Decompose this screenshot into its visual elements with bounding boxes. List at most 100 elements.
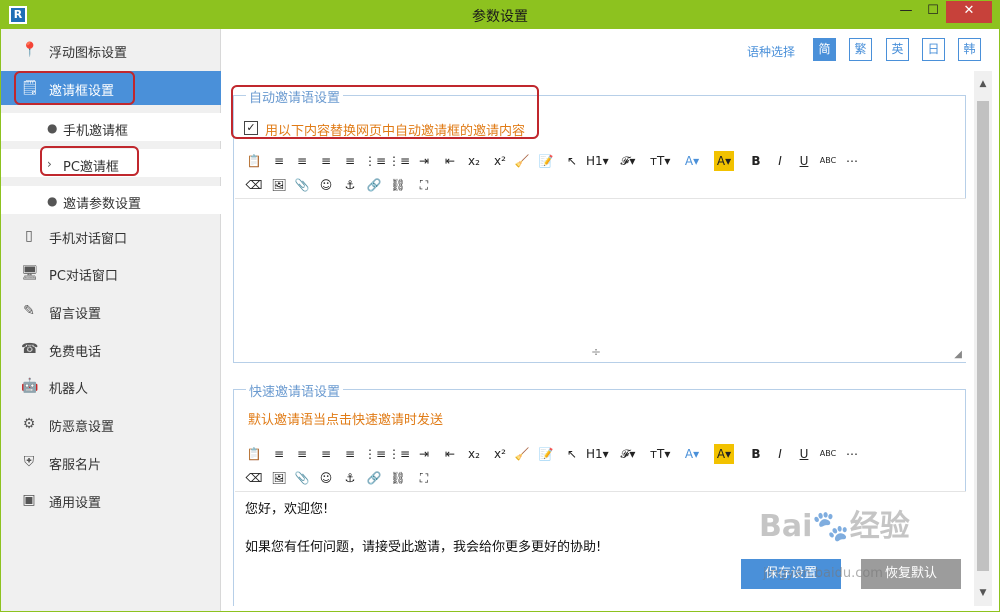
select-icon[interactable]: ↖ <box>562 151 582 171</box>
image-icon[interactable]: 🖼 <box>269 175 289 195</box>
editor-line: 如果您有任何问题，请接受此邀请，我会给你更多更好的协助! <box>245 540 602 555</box>
emoji-icon[interactable]: ☺ <box>316 468 336 488</box>
lang-simplified-button[interactable]: 简 <box>813 38 836 61</box>
font-color-icon[interactable]: A▾ <box>682 151 702 171</box>
emoji-icon[interactable]: ☺ <box>316 175 336 195</box>
link-icon[interactable]: 🔗 <box>364 468 384 488</box>
ordered-list-icon[interactable]: ⋮≡ <box>364 444 386 464</box>
eraser-icon[interactable]: ⌫ <box>244 175 264 195</box>
splitter-icon[interactable]: ÷ <box>591 345 601 359</box>
link-icon[interactable]: 🔗 <box>364 175 384 195</box>
clear-format-icon[interactable]: 🧹 <box>512 151 532 171</box>
heading-icon[interactable]: H1▾ <box>586 151 609 171</box>
sidebar-item-message[interactable]: ✎ 留言设置 <box>1 294 221 328</box>
sidebar-item-general[interactable]: ▣ 通用设置 <box>1 483 221 517</box>
underline-icon[interactable]: U <box>794 151 814 171</box>
sidebar-subitem-label: 邀请参数设置 <box>63 197 142 212</box>
attachment-icon[interactable]: 📎 <box>292 468 312 488</box>
unlink-icon[interactable]: ⛓ <box>388 175 408 195</box>
table-icon[interactable]: ⋯ <box>842 444 862 464</box>
unlink-icon[interactable]: ⛓ <box>388 468 408 488</box>
font-size-icon[interactable]: ᴛT▾ <box>650 444 670 464</box>
italic-icon[interactable]: I <box>770 151 790 171</box>
format-painter-icon[interactable]: 📝 <box>536 444 556 464</box>
align-left-icon[interactable]: ≡ <box>269 151 289 171</box>
sidebar-item-free-call[interactable]: ☎ 免费电话 <box>1 332 221 366</box>
highlight-icon[interactable]: A▾ <box>714 151 734 171</box>
attachment-icon[interactable]: 📎 <box>292 175 312 195</box>
paste-icon[interactable]: 📋 <box>244 444 264 464</box>
sidebar-item-label: 防恶意设置 <box>49 420 115 435</box>
eraser-icon[interactable]: ⌫ <box>244 468 264 488</box>
id-card-icon: ▣ <box>22 492 36 508</box>
phone-icon: ▯ <box>25 228 33 244</box>
sidebar-subitem-invite-params[interactable]: ● 邀请参数设置 <box>1 186 221 214</box>
bold-icon[interactable]: B <box>746 444 766 464</box>
anchor-icon[interactable]: ⚓ <box>340 175 360 195</box>
sidebar-subitem-mobile-invite[interactable]: ● 手机邀请框 <box>1 113 221 141</box>
close-button[interactable]: ✕ <box>946 1 992 23</box>
sidebar-item-anti-malicious[interactable]: ⚙ 防恶意设置 <box>1 407 221 441</box>
align-right-icon[interactable]: ≡ <box>316 444 336 464</box>
table-icon[interactable]: ⋯ <box>842 151 862 171</box>
strikethrough-icon[interactable]: ABC <box>818 151 838 171</box>
underline-icon[interactable]: U <box>794 444 814 464</box>
font-family-icon[interactable]: 𝓕▾ <box>618 444 638 464</box>
subscript-icon[interactable]: x₂ <box>464 444 484 464</box>
sidebar-item-pc-chat[interactable]: 🖥 PC对话窗口 <box>1 256 221 290</box>
image-icon[interactable]: 🖼 <box>269 468 289 488</box>
sidebar-item-robot[interactable]: 🤖 机器人 <box>1 369 221 403</box>
fullscreen-icon[interactable]: ⛶ <box>414 468 434 488</box>
clear-format-icon[interactable]: 🧹 <box>512 444 532 464</box>
sidebar-item-label: 浮动图标设置 <box>49 46 128 61</box>
group-title: 快速邀请语设置 <box>246 381 344 400</box>
subscript-icon[interactable]: x₂ <box>464 151 484 171</box>
anchor-icon[interactable]: ⚓ <box>340 468 360 488</box>
align-center-icon[interactable]: ≡ <box>292 444 312 464</box>
lang-japanese-button[interactable]: 日 <box>922 38 945 61</box>
font-family-icon[interactable]: 𝓕▾ <box>618 151 638 171</box>
outdent-icon[interactable]: ⇤ <box>440 151 460 171</box>
lang-traditional-button[interactable]: 繁 <box>849 38 872 61</box>
outdent-icon[interactable]: ⇤ <box>440 444 460 464</box>
unordered-list-icon[interactable]: ⋮≡ <box>388 151 410 171</box>
sidebar-item-float-icon[interactable]: 📍 浮动图标设置 <box>1 33 221 67</box>
format-painter-icon[interactable]: 📝 <box>536 151 556 171</box>
select-icon[interactable]: ↖ <box>562 444 582 464</box>
align-left-icon[interactable]: ≡ <box>269 444 289 464</box>
scroll-up-icon[interactable]: ▲ <box>974 75 992 93</box>
resize-grip-icon[interactable]: ◢ <box>954 349 962 360</box>
bold-icon[interactable]: B <box>746 151 766 171</box>
lang-english-button[interactable]: 英 <box>886 38 909 61</box>
title-bar[interactable]: R 参数设置 — ☐ ✕ <box>1 1 999 29</box>
language-bar: 语种选择 简 繁 英 日 韩 <box>231 37 981 63</box>
minimize-button[interactable]: — <box>892 1 920 23</box>
sidebar-item-mobile-chat[interactable]: ▯ 手机对话窗口 <box>1 219 221 253</box>
maximize-button[interactable]: ☐ <box>920 1 946 23</box>
sidebar-item-service-card[interactable]: ⛨ 客服名片 <box>1 445 221 479</box>
sidebar-item-label: 免费电话 <box>49 345 102 360</box>
highlight-icon[interactable]: A▾ <box>714 444 734 464</box>
font-color-icon[interactable]: A▾ <box>682 444 702 464</box>
superscript-icon[interactable]: x² <box>490 151 510 171</box>
indent-icon[interactable]: ⇥ <box>414 151 434 171</box>
justify-icon[interactable]: ≡ <box>340 444 360 464</box>
align-right-icon[interactable]: ≡ <box>316 151 336 171</box>
scroll-down-icon[interactable]: ▼ <box>974 584 992 602</box>
font-size-icon[interactable]: ᴛT▾ <box>650 151 670 171</box>
justify-icon[interactable]: ≡ <box>340 151 360 171</box>
align-center-icon[interactable]: ≡ <box>292 151 312 171</box>
fullscreen-icon[interactable]: ⛶ <box>414 175 434 195</box>
unordered-list-icon[interactable]: ⋮≡ <box>388 444 410 464</box>
ordered-list-icon[interactable]: ⋮≡ <box>364 151 386 171</box>
paste-icon[interactable]: 📋 <box>244 151 264 171</box>
strikethrough-icon[interactable]: ABC <box>818 444 838 464</box>
auto-invite-editor[interactable]: ÷ ◢ <box>235 198 966 362</box>
superscript-icon[interactable]: x² <box>490 444 510 464</box>
vertical-scrollbar[interactable]: ▲ ▼ <box>974 71 992 606</box>
heading-icon[interactable]: H1▾ <box>586 444 609 464</box>
scroll-thumb[interactable] <box>977 101 989 571</box>
lang-korean-button[interactable]: 韩 <box>958 38 981 61</box>
indent-icon[interactable]: ⇥ <box>414 444 434 464</box>
italic-icon[interactable]: I <box>770 444 790 464</box>
